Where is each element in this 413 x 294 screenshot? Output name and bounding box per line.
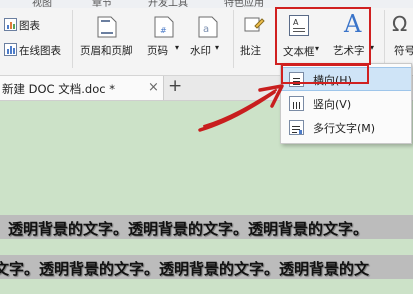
- tab-section[interactable]: 章节: [92, 0, 112, 8]
- menu-item-label: 多行文字(M): [313, 122, 376, 135]
- menu-item-label: 竖向(V): [313, 98, 352, 111]
- document-text-line[interactable]: 透明背景的文字。透明背景的文字。透明背景的文字。: [8, 218, 368, 239]
- watermark-icon: a: [198, 16, 218, 38]
- watermark-label: 水印: [190, 45, 211, 57]
- header-footer-button[interactable]: 页眉和页脚: [78, 12, 140, 68]
- document-tab-title: 新建 DOC 文档.doc *: [2, 82, 115, 96]
- symbol-button[interactable]: Ω 符号: [388, 12, 413, 68]
- chart-button[interactable]: 图表: [0, 17, 60, 33]
- chart-label: 图表: [19, 20, 40, 32]
- add-tab-icon[interactable]: +: [168, 76, 182, 96]
- online-chart-label: 在线图表: [19, 45, 61, 57]
- header-footer-label: 页眉和页脚: [80, 45, 133, 57]
- online-chart-icon: [4, 43, 17, 56]
- symbol-label: 符号: [394, 45, 413, 57]
- tab-developer[interactable]: 开发工具: [148, 0, 188, 8]
- menu-item-multiline[interactable]: 多行文字(M): [281, 116, 411, 138]
- chevron-down-icon: ▾: [215, 43, 220, 52]
- chevron-down-icon: ▾: [175, 43, 180, 52]
- watermark-button[interactable]: a 水印 ▾: [190, 12, 230, 68]
- svg-text:#: #: [160, 26, 167, 35]
- vertical-textbox-icon: [289, 96, 304, 111]
- close-icon[interactable]: ×: [148, 80, 159, 95]
- page-number-icon: #: [154, 16, 174, 38]
- ribbon-separator: [72, 10, 73, 68]
- red-arrow-annotation: [198, 84, 284, 132]
- page-number-button[interactable]: # 页码 ▾: [146, 12, 186, 68]
- ribbon-separator: [384, 10, 385, 68]
- multiline-text-icon: [289, 120, 304, 135]
- comment-button[interactable]: 批注: [237, 12, 271, 68]
- omega-icon: Ω: [392, 12, 408, 36]
- tab-view[interactable]: 视图: [32, 0, 52, 8]
- comment-label: 批注: [240, 45, 261, 57]
- tab-special-apps[interactable]: 特色应用: [224, 0, 264, 8]
- online-chart-button[interactable]: 在线图表: [0, 42, 78, 58]
- document-text-line[interactable]: 文字。透明背景的文字。透明背景的文字。透明背景的文: [0, 258, 369, 279]
- ribbon-separator: [233, 10, 234, 68]
- svg-text:a: a: [203, 24, 209, 35]
- menu-item-vertical[interactable]: 竖向(V): [281, 92, 411, 114]
- page-number-label: 页码: [147, 45, 168, 57]
- red-highlight-box: [281, 64, 369, 84]
- chart-icon: [4, 18, 17, 31]
- comment-icon: [244, 17, 265, 32]
- header-footer-icon: [97, 16, 117, 38]
- red-highlight-box: [275, 7, 371, 65]
